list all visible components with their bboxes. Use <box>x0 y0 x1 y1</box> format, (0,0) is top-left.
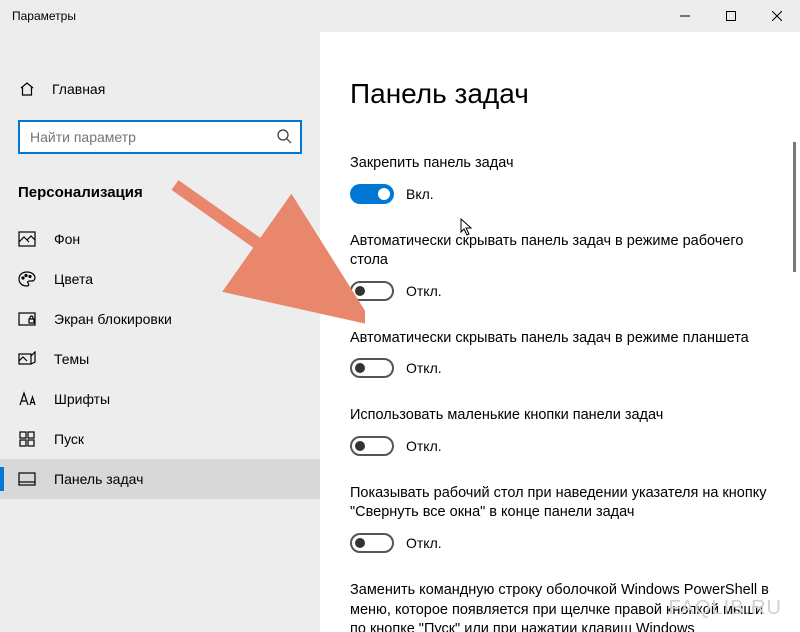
setting-label: Автоматически скрывать панель задач в ре… <box>350 329 770 349</box>
sidebar-item-lockscreen[interactable]: Экран блокировки <box>0 299 320 339</box>
taskbar-icon <box>18 470 36 488</box>
toggle-state: Откл. <box>406 535 442 551</box>
home-icon <box>18 80 36 98</box>
sidebar-item-label: Цвета <box>54 271 93 287</box>
sidebar-item-label: Экран блокировки <box>54 311 172 327</box>
setting-label: Автоматически скрывать панель задач в ре… <box>350 232 770 271</box>
watermark: FAQLIB.RU <box>669 597 782 620</box>
fonts-icon <box>18 390 36 408</box>
palette-icon <box>18 270 36 288</box>
setting-autohide-tablet: Автоматически скрывать панель задач в ре… <box>350 329 770 379</box>
scrollbar[interactable] <box>793 142 796 272</box>
home-label: Главная <box>52 81 105 97</box>
setting-label: Закрепить панель задач <box>350 154 770 174</box>
search-input[interactable] <box>18 120 302 154</box>
sidebar-item-label: Панель задач <box>54 471 143 487</box>
toggle-state: Вкл. <box>406 186 434 202</box>
sidebar-item-label: Фон <box>54 231 80 247</box>
start-icon <box>18 430 36 448</box>
close-button[interactable] <box>754 0 800 32</box>
sidebar-item-label: Темы <box>54 351 89 367</box>
window-controls <box>662 0 800 32</box>
setting-label: Использовать маленькие кнопки панели зад… <box>350 406 770 426</box>
main-content: Панель задач Закрепить панель задач Вкл.… <box>320 32 800 632</box>
section-title: Персонализация <box>0 178 320 207</box>
sidebar-item-label: Шрифты <box>54 391 110 407</box>
search-field[interactable] <box>30 129 276 145</box>
setting-label: Показывать рабочий стол при наведении ук… <box>350 484 770 523</box>
toggle-peek-desktop[interactable] <box>350 533 394 553</box>
toggle-autohide-tablet[interactable] <box>350 358 394 378</box>
home-nav[interactable]: Главная <box>0 72 320 106</box>
toggle-state: Откл. <box>406 438 442 454</box>
toggle-small-buttons[interactable] <box>350 436 394 456</box>
window-title: Параметры <box>12 9 76 23</box>
setting-autohide-desktop: Автоматически скрывать панель задач в ре… <box>350 232 770 301</box>
sidebar: Главная Персонализация Фон Цвета <box>0 32 320 632</box>
themes-icon <box>18 350 36 368</box>
page-title: Панель задач <box>350 78 770 110</box>
sidebar-item-start[interactable]: Пуск <box>0 419 320 459</box>
sidebar-item-fonts[interactable]: Шрифты <box>0 379 320 419</box>
toggle-state: Откл. <box>406 360 442 376</box>
titlebar: Параметры <box>0 0 800 32</box>
lock-screen-icon <box>18 310 36 328</box>
sidebar-item-themes[interactable]: Темы <box>0 339 320 379</box>
sidebar-item-background[interactable]: Фон <box>0 219 320 259</box>
setting-peek-desktop: Показывать рабочий стол при наведении ук… <box>350 484 770 553</box>
toggle-state: Откл. <box>406 283 442 299</box>
sidebar-item-taskbar[interactable]: Панель задач <box>0 459 320 499</box>
sidebar-item-colors[interactable]: Цвета <box>0 259 320 299</box>
sidebar-item-label: Пуск <box>54 431 84 447</box>
search-icon <box>276 128 292 147</box>
setting-lock-taskbar: Закрепить панель задач Вкл. <box>350 154 770 204</box>
maximize-button[interactable] <box>708 0 754 32</box>
setting-small-buttons: Использовать маленькие кнопки панели зад… <box>350 406 770 456</box>
toggle-lock-taskbar[interactable] <box>350 184 394 204</box>
minimize-button[interactable] <box>662 0 708 32</box>
toggle-autohide-desktop[interactable] <box>350 281 394 301</box>
picture-icon <box>18 230 36 248</box>
